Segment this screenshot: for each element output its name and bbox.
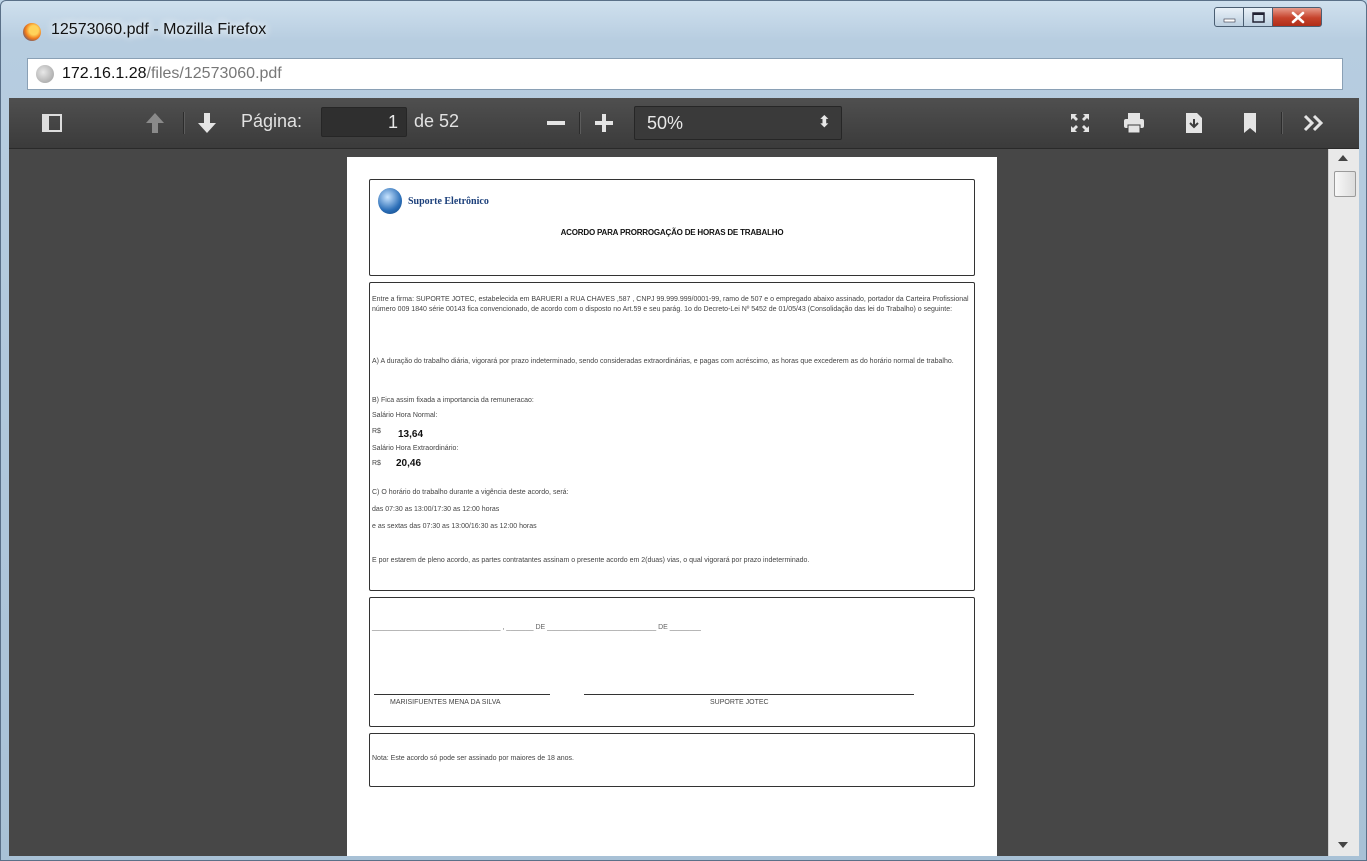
site-identity-icon[interactable] <box>36 65 54 83</box>
zoom-value: 50% <box>647 113 684 133</box>
bookmark-icon[interactable] <box>1237 110 1263 136</box>
title-bar: 12573060.pdf - Mozilla Firefox <box>1 1 1366 41</box>
page-number-input[interactable]: 1 <box>321 107 407 137</box>
pdf-page: Suporte Eletrônico ACORDO PARA PRORROGAÇ… <box>347 157 997 856</box>
url-host: 172.16.1.28 <box>62 65 147 82</box>
chevron-up-down-icon: ⬍ <box>817 114 831 131</box>
minimize-button[interactable] <box>1214 7 1244 27</box>
suporte-logo-icon <box>378 188 402 214</box>
fullscreen-icon[interactable] <box>1067 110 1093 136</box>
currency-normal: R$ <box>372 428 381 435</box>
sidebar-toggle-icon[interactable] <box>39 110 65 136</box>
minimize-icon <box>1223 18 1236 23</box>
body-box: Entre a firma: SUPORTE JOTEC, estabeleci… <box>369 282 975 591</box>
toolbar-separator <box>579 112 581 134</box>
pdf-viewer: Página: 1 de 52 50% ⬍ Suporte Eletrônico <box>9 98 1359 856</box>
toolbar-separator <box>183 112 185 134</box>
zoom-in-icon[interactable] <box>591 110 617 136</box>
scroll-thumb[interactable] <box>1334 171 1356 197</box>
currency-extra: R$ <box>372 460 381 467</box>
zoom-select[interactable]: 50% ⬍ <box>634 106 842 140</box>
browser-window: 12573060.pdf - Mozilla Firefox 172.16.1.… <box>0 0 1367 861</box>
page-down-icon[interactable] <box>194 110 220 136</box>
intro-paragraph: Entre a firma: SUPORTE JOTEC, estabeleci… <box>372 296 969 313</box>
note-box: Nota: Este acordo só pode ser assinado p… <box>369 733 975 787</box>
firefox-logo-icon <box>23 23 41 41</box>
more-tools-icon[interactable] <box>1301 110 1327 136</box>
scroll-down-arrow-icon[interactable] <box>1338 842 1348 848</box>
employee-signature-line <box>374 694 550 695</box>
clause-c: C) O horário do trabalho durante a vigên… <box>372 489 569 496</box>
close-button[interactable] <box>1272 7 1322 27</box>
maximize-icon <box>1252 12 1265 23</box>
normal-hour-value: 13,64 <box>398 429 424 440</box>
toolbar-separator <box>1281 112 1283 134</box>
company-signature-line <box>584 694 914 695</box>
vertical-scrollbar[interactable] <box>1328 149 1359 856</box>
document-canvas[interactable]: Suporte Eletrônico ACORDO PARA PRORROGAÇ… <box>9 149 1359 856</box>
page-up-icon[interactable] <box>142 110 168 136</box>
schedule-line-1: das 07:30 as 13:00/17:30 as 12:00 horas <box>372 506 500 513</box>
page-total: de 52 <box>414 111 460 131</box>
zoom-out-icon[interactable] <box>543 110 569 136</box>
address-bar[interactable]: 172.16.1.28/files/12573060.pdf <box>27 58 1343 90</box>
window-title: 12573060.pdf - Mozilla Firefox <box>51 21 267 38</box>
url-path: /files/12573060.pdf <box>146 65 282 82</box>
signature-box: _________________________________ , ____… <box>369 597 975 727</box>
download-icon[interactable] <box>1181 110 1207 136</box>
note-text: Nota: Este acordo só pode ser assinado p… <box>372 755 574 762</box>
url-text[interactable]: 172.16.1.28/files/12573060.pdf <box>62 65 282 83</box>
print-icon[interactable] <box>1121 110 1147 136</box>
clause-a: A) A duração do trabalho diária, vigorar… <box>372 358 954 365</box>
scroll-up-arrow-icon[interactable] <box>1338 155 1348 161</box>
pdf-toolbar: Página: 1 de 52 50% ⬍ <box>9 98 1359 149</box>
page-label: Página: <box>241 111 303 131</box>
normal-hour-label: Salário Hora Normal: <box>372 412 438 419</box>
company-name: SUPORTE JOTEC <box>710 699 769 706</box>
closing-paragraph: E por estarem de pleno acordo, as partes… <box>372 557 810 564</box>
employee-name: MARISIFUENTES MENA DA SILVA <box>390 699 501 706</box>
clause-b: B) Fica assim fixada a importancia da re… <box>372 397 534 404</box>
maximize-button[interactable] <box>1243 7 1273 27</box>
date-line: _________________________________ , ____… <box>372 624 701 631</box>
document-title: ACORDO PARA PRORROGAÇÃO DE HORAS DE TRAB… <box>560 228 784 237</box>
brand-name: Suporte Eletrônico <box>408 196 489 207</box>
extra-hour-value: 20,46 <box>396 458 422 469</box>
header-box: Suporte Eletrônico ACORDO PARA PRORROGAÇ… <box>369 179 975 276</box>
schedule-line-2: e as sextas das 07:30 as 13:00/16:30 as … <box>372 523 537 530</box>
extra-hour-label: Salário Hora Extraordinário: <box>372 445 459 452</box>
close-icon <box>1291 11 1305 24</box>
